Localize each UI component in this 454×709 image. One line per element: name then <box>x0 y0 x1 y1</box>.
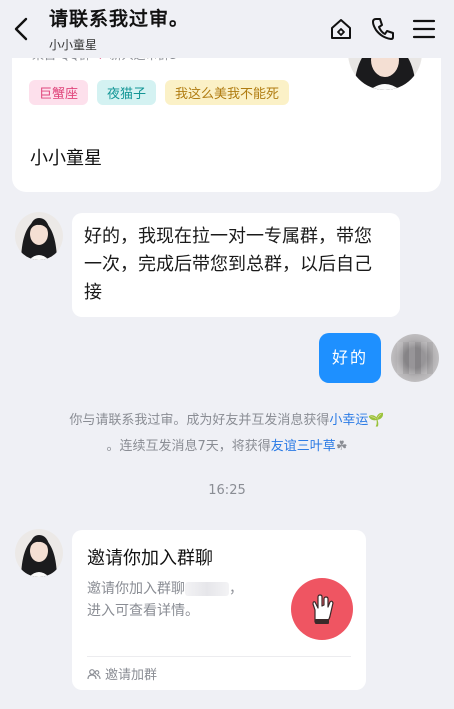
chat-title: 请联系我过审。 <box>49 8 190 30</box>
outgoing-message-bubble[interactable]: 好的 <box>319 333 381 383</box>
home-icon <box>331 19 351 39</box>
call-button[interactable] <box>370 16 396 42</box>
clover-link[interactable]: 友谊三叶草 <box>271 439 336 454</box>
notice-text: 你与请联系我过审。成为好友并互发消息获得 <box>69 413 330 428</box>
back-button[interactable] <box>10 16 34 42</box>
invite-description: 邀请你加入群聊 ， 进入可查看详情。 <box>87 578 277 622</box>
incoming-message-bubble[interactable]: 好的，我现在拉一对一专属群，带您一次，完成后带您到总群，以后自己接 <box>72 213 400 317</box>
group-invite-card[interactable]: 邀请你加入群聊 邀请你加入群聊 ， 进入可查看详情。 邀请加群 <box>72 530 366 690</box>
redacted-group-name <box>185 582 229 596</box>
invite-hand-icon <box>291 578 353 640</box>
menu-icon <box>412 19 436 39</box>
notice-text-2: 。连续互发消息7天，将获得 <box>106 439 271 454</box>
profile-nickname: 小小童星 <box>30 148 102 169</box>
tag-list: 巨蟹座 夜猫子 我这么美我不能死 <box>29 80 290 105</box>
self-avatar[interactable] <box>391 334 439 382</box>
clover-icon: ☘ <box>335 439 348 454</box>
portrait-image <box>15 212 63 260</box>
sender-avatar-2[interactable] <box>15 529 63 577</box>
friendship-notice: 你与请联系我过审。成为好友并互发消息获得小幸运🌱 。连续互发消息7天，将获得友谊… <box>42 408 412 460</box>
group-icon <box>87 668 101 679</box>
invite-footer-label: 邀请加群 <box>105 668 158 683</box>
chevron-left-icon <box>14 17 28 41</box>
tag-motto: 我这么美我不能死 <box>165 80 290 105</box>
menu-button[interactable] <box>411 16 437 42</box>
invite-desc-text-2: 进入可查看详情。 <box>87 603 199 619</box>
sprout-icon: 🌱 <box>368 413 385 428</box>
chat-subtitle: 小小童星 <box>49 38 98 52</box>
tag-night-owl: 夜猫子 <box>97 80 157 105</box>
sender-avatar[interactable] <box>15 212 63 260</box>
lucky-link[interactable]: 小幸运 <box>329 413 368 428</box>
invite-desc-text: 邀请你加入群聊 <box>87 581 185 597</box>
invite-title: 邀请你加入群聊 <box>87 548 213 569</box>
home-button[interactable] <box>328 16 354 42</box>
phone-icon <box>372 18 394 40</box>
invite-footer[interactable]: 邀请加群 <box>87 664 157 683</box>
invite-desc-comma: ， <box>229 581 243 597</box>
message-timestamp: 16:25 <box>208 483 246 498</box>
invite-divider <box>87 656 351 657</box>
chat-header: 请联系我过审。 小小童星 <box>0 0 454 58</box>
portrait-image <box>15 529 63 577</box>
tag-zodiac: 巨蟹座 <box>29 80 89 105</box>
